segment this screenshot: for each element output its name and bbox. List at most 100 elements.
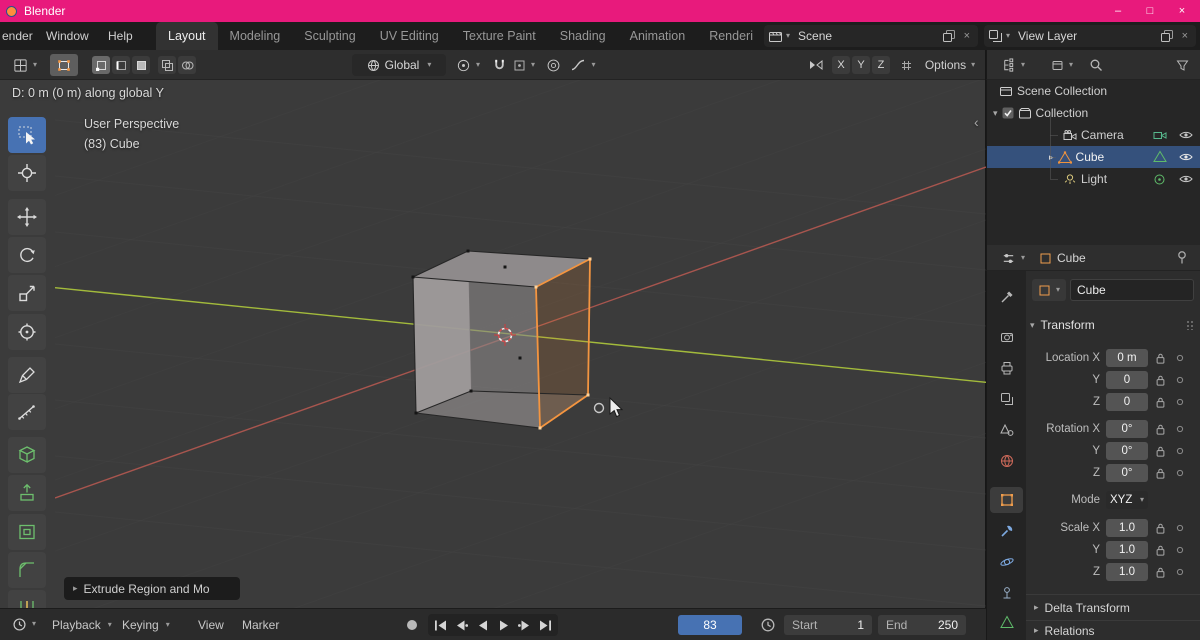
add-cube-tool[interactable] bbox=[8, 437, 46, 473]
snap-grid-button[interactable] bbox=[896, 54, 916, 76]
titlebar[interactable]: Blender – □ × bbox=[0, 0, 1200, 22]
marker-menu[interactable]: Marker bbox=[242, 609, 279, 640]
operator-panel[interactable]: ▸ Extrude Region and Mo bbox=[64, 577, 240, 600]
snap-toggle-button[interactable] bbox=[489, 54, 509, 76]
select-box-tool[interactable] bbox=[8, 117, 46, 153]
decorator-dot[interactable] bbox=[1176, 469, 1184, 477]
transform-panel-header[interactable]: ▾ Transform bbox=[1030, 313, 1196, 337]
light-data-icon[interactable] bbox=[1153, 173, 1166, 186]
lock-icon[interactable] bbox=[1155, 445, 1166, 458]
minimize-button[interactable]: – bbox=[1104, 0, 1132, 22]
hide-toggle-eye-icon[interactable] bbox=[1179, 174, 1193, 184]
keying-menu[interactable]: Keying ▾ bbox=[122, 609, 170, 640]
display-mode-dropdown[interactable]: ▾ bbox=[1047, 54, 1077, 76]
location-z-field[interactable]: 0 bbox=[1106, 393, 1148, 411]
tab-animation[interactable]: Animation bbox=[618, 22, 698, 50]
hide-toggle-eye-icon[interactable] bbox=[1179, 130, 1193, 140]
edit-mode-button[interactable] bbox=[50, 54, 78, 76]
face-select-button[interactable] bbox=[132, 56, 150, 74]
lock-icon[interactable] bbox=[1155, 544, 1166, 557]
jump-to-end-button[interactable] bbox=[535, 614, 556, 636]
mirror-button[interactable] bbox=[804, 54, 828, 76]
snap-settings-dropdown[interactable]: ▾ bbox=[511, 54, 537, 76]
outliner-row-collection[interactable]: ▾ Collection bbox=[987, 102, 1200, 124]
lock-icon[interactable] bbox=[1155, 423, 1166, 436]
relations-panel[interactable]: ▸ Relations bbox=[1026, 620, 1200, 640]
auto-key-record-button[interactable] bbox=[406, 619, 418, 631]
outliner-search-button[interactable] bbox=[1085, 54, 1107, 76]
previous-keyframe-button[interactable] bbox=[451, 614, 472, 636]
remove-view-layer-icon[interactable]: × bbox=[1178, 30, 1192, 42]
delta-transform-panel[interactable]: ▸ Delta Transform bbox=[1026, 594, 1200, 620]
scale-tool[interactable] bbox=[8, 275, 46, 311]
tab-tool[interactable] bbox=[990, 284, 1023, 310]
menu-render[interactable]: ender bbox=[0, 22, 39, 50]
options-dropdown[interactable]: Options ▾ bbox=[920, 54, 980, 76]
tab-object-data[interactable] bbox=[990, 609, 1023, 635]
play-button[interactable] bbox=[493, 614, 514, 636]
vertex-select-button[interactable] bbox=[92, 56, 110, 74]
disclosure-icon[interactable]: ▾ bbox=[993, 108, 998, 119]
lock-icon[interactable] bbox=[1155, 522, 1166, 535]
tab-sculpting[interactable]: Sculpting bbox=[292, 22, 367, 50]
menu-help[interactable]: Help bbox=[102, 22, 139, 50]
tab-scene[interactable] bbox=[990, 417, 1023, 443]
decorator-dot[interactable] bbox=[1176, 354, 1184, 362]
close-button[interactable]: × bbox=[1168, 0, 1196, 22]
tab-texture-paint[interactable]: Texture Paint bbox=[451, 22, 548, 50]
proportional-edit-button[interactable] bbox=[543, 54, 563, 76]
tab-uv-editing[interactable]: UV Editing bbox=[368, 22, 451, 50]
lock-icon[interactable] bbox=[1155, 566, 1166, 579]
tab-modeling[interactable]: Modeling bbox=[218, 22, 293, 50]
cursor-tool[interactable] bbox=[8, 155, 46, 191]
annotate-tool[interactable] bbox=[8, 357, 46, 393]
tab-shading[interactable]: Shading bbox=[548, 22, 618, 50]
tab-modifiers[interactable] bbox=[990, 518, 1023, 544]
extrude-region-tool[interactable] bbox=[8, 475, 46, 511]
cube-object[interactable] bbox=[410, 249, 593, 430]
scale-y-field[interactable]: 1.0 bbox=[1106, 541, 1148, 559]
jump-to-start-button[interactable] bbox=[430, 614, 451, 636]
view-layer-name[interactable]: View Layer bbox=[1014, 29, 1077, 43]
proportional-falloff-dropdown[interactable]: ▾ bbox=[566, 54, 600, 76]
lock-icon[interactable] bbox=[1155, 467, 1166, 480]
scene-dropdown[interactable]: ▾ bbox=[768, 29, 790, 43]
decorator-dot[interactable] bbox=[1176, 568, 1184, 576]
rotation-y-field[interactable]: 0° bbox=[1106, 442, 1148, 460]
lock-icon[interactable] bbox=[1155, 352, 1166, 365]
timeline-editor-button[interactable]: ▾ bbox=[6, 613, 42, 635]
outliner-filter-button[interactable] bbox=[1171, 54, 1193, 76]
pivot-point-dropdown[interactable]: ▾ bbox=[452, 54, 484, 76]
object-id-dropdown[interactable]: ▾ bbox=[1032, 279, 1066, 301]
current-frame-field[interactable]: 83 bbox=[678, 615, 742, 635]
decorator-dot[interactable] bbox=[1176, 398, 1184, 406]
decorator-dot[interactable] bbox=[1176, 376, 1184, 384]
tab-world[interactable] bbox=[990, 448, 1023, 474]
tab-object[interactable] bbox=[990, 487, 1023, 513]
lock-icon[interactable] bbox=[1155, 374, 1166, 387]
tab-rendering[interactable]: Renderi bbox=[697, 22, 765, 50]
scale-x-field[interactable]: 1.0 bbox=[1106, 519, 1148, 537]
object-name-field[interactable] bbox=[1070, 279, 1194, 301]
mirror-x-button[interactable]: X bbox=[832, 56, 850, 74]
editor-type-button[interactable]: ▾ bbox=[6, 54, 44, 76]
decorator-dot[interactable] bbox=[1176, 546, 1184, 554]
unlink-scene-icon[interactable]: × bbox=[960, 30, 974, 42]
scene-name[interactable]: Scene bbox=[794, 29, 832, 43]
breadcrumb[interactable]: Cube bbox=[1039, 247, 1086, 269]
overlays-button[interactable] bbox=[178, 56, 196, 74]
location-x-field[interactable]: 0 m bbox=[1106, 349, 1148, 367]
mirror-z-button[interactable]: Z bbox=[872, 56, 890, 74]
outliner-row-light[interactable]: Light bbox=[987, 168, 1200, 190]
outliner-row-scene-collection[interactable]: Scene Collection bbox=[987, 80, 1200, 102]
pin-icon[interactable] bbox=[1175, 250, 1189, 265]
collection-checkbox[interactable] bbox=[1002, 107, 1014, 119]
frame-end-field[interactable]: End 250 bbox=[878, 615, 966, 635]
xray-toggle-button[interactable] bbox=[158, 56, 176, 74]
playback-menu[interactable]: Playback ▾ bbox=[52, 609, 112, 640]
inset-faces-tool[interactable] bbox=[8, 514, 46, 550]
measure-tool[interactable] bbox=[8, 394, 46, 430]
menu-window[interactable]: Window bbox=[40, 22, 95, 50]
frame-start-field[interactable]: Start 1 bbox=[784, 615, 872, 635]
tab-layout[interactable]: Layout bbox=[156, 22, 218, 50]
